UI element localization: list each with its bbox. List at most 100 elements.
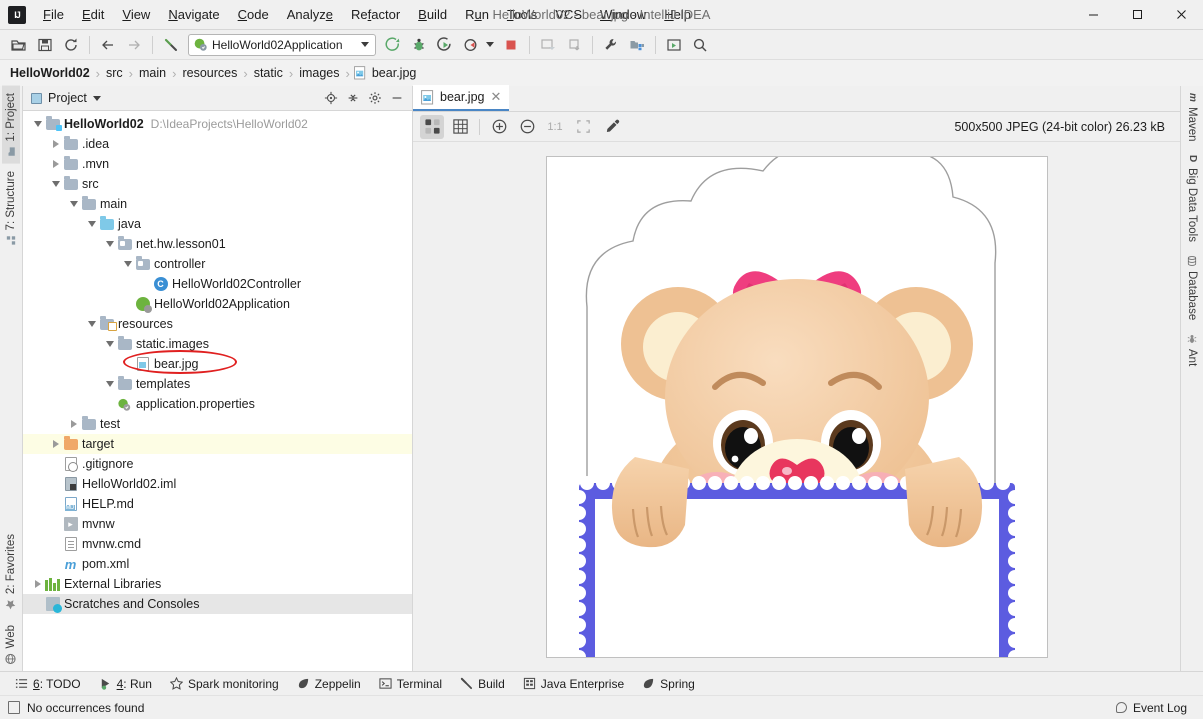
- chevron-down-icon[interactable]: [85, 321, 98, 327]
- tree-node-mvnw-cmd[interactable]: mvnw.cmd: [23, 534, 412, 554]
- tree-node-help-md[interactable]: HELP.md: [23, 494, 412, 514]
- tree-node-net-hw-lesson01[interactable]: net.hw.lesson01: [23, 234, 412, 254]
- menu-item-view[interactable]: View: [113, 3, 159, 26]
- project-tree[interactable]: HelloWorld02 D:\IdeaProjects\HelloWorld02…: [23, 111, 412, 671]
- tool-window-zeppelin[interactable]: Zeppelin: [288, 675, 370, 693]
- run-with-coverage-icon[interactable]: [433, 33, 457, 57]
- menu-item-file[interactable]: File: [34, 3, 73, 26]
- tree-node--mvn[interactable]: .mvn: [23, 154, 412, 174]
- commit-icon[interactable]: [562, 33, 586, 57]
- tree-node-src[interactable]: src: [23, 174, 412, 194]
- chevron-down-icon[interactable]: [49, 181, 62, 187]
- breadcrumb-item-bear-jpg[interactable]: bear.jpg: [370, 66, 418, 80]
- menu-item-window[interactable]: Window: [591, 3, 655, 26]
- tree-node-resources[interactable]: resources: [23, 314, 412, 334]
- build-hammer-icon[interactable]: [159, 33, 183, 57]
- tool-window-6--todo[interactable]: 6: TODO: [6, 675, 90, 693]
- chevron-right-icon[interactable]: [49, 440, 62, 448]
- sidebar-item-favorites[interactable]: 2: Favorites: [2, 527, 20, 617]
- maximize-button[interactable]: [1115, 0, 1159, 30]
- tree-node-external-libraries[interactable]: External Libraries: [23, 574, 412, 594]
- tree-node-helloworld02[interactable]: HelloWorld02 D:\IdeaProjects\HelloWorld02: [23, 114, 412, 134]
- chevron-down-icon[interactable]: [31, 121, 44, 127]
- minimize-button[interactable]: [1071, 0, 1115, 30]
- tab-bear-jpg[interactable]: bear.jpg ✕: [413, 85, 510, 111]
- tool-window-4--run[interactable]: 4: Run: [90, 675, 161, 693]
- fit-to-window-icon[interactable]: [571, 115, 595, 139]
- menu-item-edit[interactable]: Edit: [73, 3, 113, 26]
- breadcrumb-item-resources[interactable]: resources: [180, 66, 239, 80]
- tree-node-target[interactable]: target: [23, 434, 412, 454]
- toggle-grid-icon[interactable]: [448, 115, 472, 139]
- tree-node-application-properties[interactable]: application.properties: [23, 394, 412, 414]
- tool-window-terminal[interactable]: Terminal: [370, 675, 451, 693]
- menu-item-build[interactable]: Build: [409, 3, 456, 26]
- select-opened-file-icon[interactable]: [662, 33, 686, 57]
- profile-icon[interactable]: [459, 33, 483, 57]
- search-icon[interactable]: [688, 33, 712, 57]
- debug-icon[interactable]: [407, 33, 431, 57]
- breadcrumb-item-helloworld02[interactable]: HelloWorld02: [8, 66, 92, 80]
- tool-window-build[interactable]: Build: [451, 675, 514, 693]
- settings-wrench-icon[interactable]: [599, 33, 623, 57]
- tree-node-helloworld02-iml[interactable]: HelloWorld02.iml: [23, 474, 412, 494]
- sidebar-item-web[interactable]: Web: [2, 618, 20, 671]
- tree-node-static-images[interactable]: static.images: [23, 334, 412, 354]
- zoom-in-icon[interactable]: [487, 115, 511, 139]
- chevron-down-icon[interactable]: [103, 381, 116, 387]
- chevron-down-icon[interactable]: [361, 42, 369, 47]
- tree-node-helloworld02application[interactable]: HelloWorld02Application: [23, 294, 412, 314]
- close-icon[interactable]: ✕: [490, 89, 501, 105]
- update-project-icon[interactable]: [536, 33, 560, 57]
- close-button[interactable]: [1159, 0, 1203, 30]
- breadcrumb-item-images[interactable]: images: [297, 66, 341, 80]
- chevron-down-icon[interactable]: [67, 201, 80, 207]
- menu-item-tools[interactable]: Tools: [498, 3, 546, 26]
- tree-node-helloworld02controller[interactable]: C HelloWorld02Controller: [23, 274, 412, 294]
- tree-node-mvnw[interactable]: ▸ mvnw: [23, 514, 412, 534]
- chevron-right-icon[interactable]: [67, 420, 80, 428]
- sync-icon[interactable]: [59, 33, 83, 57]
- sidebar-item-ant[interactable]: Ant: [1183, 327, 1201, 373]
- chevron-right-icon[interactable]: [31, 580, 44, 588]
- tree-node-controller[interactable]: controller: [23, 254, 412, 274]
- tree-node-scratches-and-consoles[interactable]: Scratches and Consoles: [23, 594, 412, 614]
- chevron-down-icon[interactable]: [92, 95, 101, 101]
- breadcrumb-item-src[interactable]: src: [104, 66, 125, 80]
- event-log-button[interactable]: Event Log: [1108, 699, 1195, 717]
- locate-icon[interactable]: [321, 88, 341, 108]
- stop-icon[interactable]: [499, 33, 523, 57]
- zoom-out-icon[interactable]: [515, 115, 539, 139]
- menu-item-help[interactable]: Help: [655, 3, 700, 26]
- tree-node-templates[interactable]: templates: [23, 374, 412, 394]
- chevron-down-icon[interactable]: [121, 261, 134, 267]
- chevron-right-icon[interactable]: [49, 160, 62, 168]
- project-structure-icon[interactable]: [625, 33, 649, 57]
- back-icon[interactable]: [96, 33, 120, 57]
- run-configuration-selector[interactable]: HelloWorld02Application: [188, 33, 376, 56]
- actual-size-button[interactable]: 1:1: [543, 115, 567, 139]
- menu-item-navigate[interactable]: Navigate: [159, 3, 228, 26]
- breadcrumb-item-static[interactable]: static: [252, 66, 285, 80]
- chevron-down-icon[interactable]: [85, 221, 98, 227]
- tree-node-main[interactable]: main: [23, 194, 412, 214]
- sidebar-item-structure[interactable]: 7: Structure: [2, 164, 20, 252]
- sidebar-item-maven[interactable]: m Maven: [1183, 86, 1201, 148]
- color-picker-icon[interactable]: [599, 115, 623, 139]
- tree-node--idea[interactable]: .idea: [23, 134, 412, 154]
- tree-node-test[interactable]: test: [23, 414, 412, 434]
- menu-item-run[interactable]: Run: [456, 3, 498, 26]
- profile-dropdown-icon[interactable]: [485, 33, 497, 57]
- chevron-down-icon[interactable]: [103, 241, 116, 247]
- tree-node-bear-jpg[interactable]: bear.jpg: [23, 354, 412, 374]
- tree-node--gitignore[interactable]: .gitignore: [23, 454, 412, 474]
- gear-icon[interactable]: [365, 88, 385, 108]
- run-icon[interactable]: [381, 33, 405, 57]
- open-project-icon[interactable]: [7, 33, 31, 57]
- save-all-icon[interactable]: [33, 33, 57, 57]
- menu-item-analyze[interactable]: Analyze: [278, 3, 342, 26]
- sidebar-item-project[interactable]: 1: Project: [2, 86, 20, 164]
- hide-icon[interactable]: [387, 88, 407, 108]
- chevron-right-icon[interactable]: [49, 140, 62, 148]
- menu-item-refactor[interactable]: Refactor: [342, 3, 409, 26]
